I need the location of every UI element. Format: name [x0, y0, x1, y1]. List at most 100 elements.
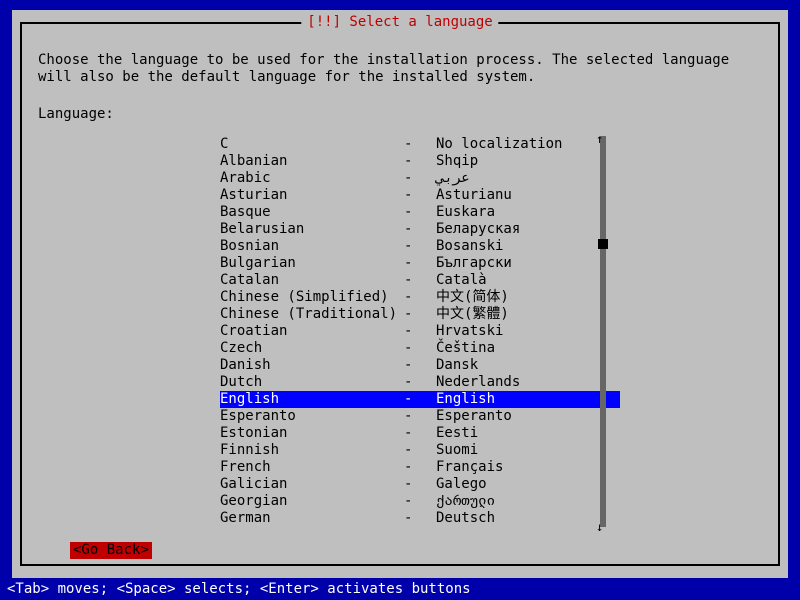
language-native-name: Български: [436, 255, 512, 272]
language-option[interactable]: Croatian-Hrvatski: [220, 323, 620, 340]
language-option[interactable]: Chinese (Simplified)-中文(简体): [220, 289, 620, 306]
language-separator: -: [404, 136, 436, 153]
language-separator: -: [404, 204, 436, 221]
language-separator: -: [404, 238, 436, 255]
scrollbar-thumb[interactable]: [598, 239, 608, 249]
language-native-name: Беларуская: [436, 221, 520, 238]
language-native-name: عربي: [436, 170, 470, 187]
language-native-name: Shqip: [436, 153, 478, 170]
scroll-up-icon[interactable]: ↑: [596, 132, 603, 146]
language-option[interactable]: French-Français: [220, 459, 620, 476]
language-option[interactable]: Dutch-Nederlands: [220, 374, 620, 391]
language-english-name: Georgian: [220, 493, 404, 510]
language-field-label: Language:: [38, 106, 114, 122]
language-option[interactable]: Czech-Čeština: [220, 340, 620, 357]
language-separator: -: [404, 340, 436, 357]
language-native-name: Bosanski: [436, 238, 503, 255]
language-separator: -: [404, 493, 436, 510]
language-native-name: Hrvatski: [436, 323, 503, 340]
language-native-name: 中文(简体): [436, 289, 509, 306]
language-option[interactable]: English-English: [220, 391, 620, 408]
language-native-name: 中文(繁體): [436, 306, 509, 323]
language-english-name: Basque: [220, 204, 404, 221]
language-option[interactable]: Bosnian-Bosanski: [220, 238, 620, 255]
language-english-name: Dutch: [220, 374, 404, 391]
language-separator: -: [404, 306, 436, 323]
language-separator: -: [404, 255, 436, 272]
language-separator: -: [404, 510, 436, 527]
language-native-name: Français: [436, 459, 503, 476]
scroll-down-icon[interactable]: ↓: [596, 520, 603, 534]
language-english-name: Galician: [220, 476, 404, 493]
language-separator: -: [404, 425, 436, 442]
language-english-name: Chinese (Simplified): [220, 289, 404, 306]
language-option[interactable]: Georgian-ქართული: [220, 493, 620, 510]
language-option[interactable]: Galician-Galego: [220, 476, 620, 493]
language-option[interactable]: Finnish-Suomi: [220, 442, 620, 459]
language-option[interactable]: Albanian-Shqip: [220, 153, 620, 170]
dialog-title: [!!] Select a language: [301, 14, 498, 30]
language-english-name: Catalan: [220, 272, 404, 289]
language-separator: -: [404, 221, 436, 238]
language-english-name: French: [220, 459, 404, 476]
language-option[interactable]: Danish-Dansk: [220, 357, 620, 374]
language-separator: -: [404, 153, 436, 170]
language-native-name: Deutsch: [436, 510, 495, 527]
language-option[interactable]: Basque-Euskara: [220, 204, 620, 221]
language-separator: -: [404, 374, 436, 391]
language-native-name: Eesti: [436, 425, 478, 442]
language-english-name: C: [220, 136, 404, 153]
language-english-name: Bosnian: [220, 238, 404, 255]
language-native-name: Nederlands: [436, 374, 520, 391]
language-separator: -: [404, 357, 436, 374]
language-english-name: Esperanto: [220, 408, 404, 425]
language-english-name: Estonian: [220, 425, 404, 442]
language-option[interactable]: German-Deutsch: [220, 510, 620, 527]
language-english-name: Croatian: [220, 323, 404, 340]
language-separator: -: [404, 187, 436, 204]
language-native-name: No localization: [436, 136, 562, 153]
language-option[interactable]: Asturian-Asturianu: [220, 187, 620, 204]
language-english-name: Belarusian: [220, 221, 404, 238]
footer-hint: <Tab> moves; <Space> selects; <Enter> ac…: [7, 581, 471, 597]
language-option[interactable]: Bulgarian-Български: [220, 255, 620, 272]
language-native-name: ქართული: [436, 493, 495, 510]
language-separator: -: [404, 459, 436, 476]
instruction-text: Choose the language to be used for the i…: [38, 52, 762, 86]
language-option[interactable]: Esperanto-Esperanto: [220, 408, 620, 425]
language-english-name: German: [220, 510, 404, 527]
language-english-name: Albanian: [220, 153, 404, 170]
language-option[interactable]: C-No localization: [220, 136, 620, 153]
language-separator: -: [404, 289, 436, 306]
scrollbar-track[interactable]: [600, 136, 606, 527]
language-english-name: Finnish: [220, 442, 404, 459]
language-option[interactable]: Chinese (Traditional)-中文(繁體): [220, 306, 620, 323]
language-native-name: Català: [436, 272, 487, 289]
language-separator: -: [404, 391, 436, 408]
language-english-name: English: [220, 391, 404, 408]
language-separator: -: [404, 170, 436, 187]
language-native-name: Dansk: [436, 357, 478, 374]
language-native-name: Galego: [436, 476, 487, 493]
language-option[interactable]: Belarusian-Беларуская: [220, 221, 620, 238]
language-english-name: Asturian: [220, 187, 404, 204]
language-english-name: Bulgarian: [220, 255, 404, 272]
language-english-name: Arabic: [220, 170, 404, 187]
language-english-name: Danish: [220, 357, 404, 374]
language-separator: -: [404, 442, 436, 459]
language-option[interactable]: Estonian-Eesti: [220, 425, 620, 442]
language-separator: -: [404, 272, 436, 289]
dialog-frame: [!!] Select a language Choose the langua…: [20, 22, 780, 566]
language-native-name: Asturianu: [436, 187, 512, 204]
language-native-name: Suomi: [436, 442, 478, 459]
go-back-button[interactable]: <Go Back>: [70, 542, 152, 559]
language-native-name: English: [436, 391, 495, 408]
language-option[interactable]: Catalan-Català: [220, 272, 620, 289]
language-separator: -: [404, 408, 436, 425]
language-option[interactable]: Arabic-عربي: [220, 170, 620, 187]
language-native-name: Euskara: [436, 204, 495, 221]
language-list[interactable]: C-No localizationAlbanian-ShqipArabic-عر…: [220, 136, 620, 527]
language-native-name: Čeština: [436, 340, 495, 357]
language-english-name: Czech: [220, 340, 404, 357]
language-separator: -: [404, 323, 436, 340]
